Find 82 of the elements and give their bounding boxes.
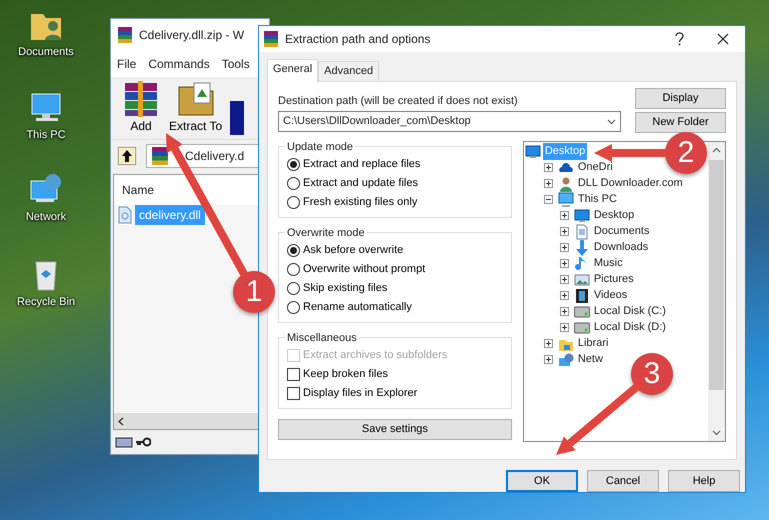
- tree-item[interactable]: Videos: [592, 287, 630, 304]
- film-icon: [574, 288, 590, 304]
- tab[interactable]: Advanced: [318, 61, 380, 80]
- tree-item[interactable]: This PC: [576, 191, 619, 208]
- tree-item[interactable]: Music: [592, 255, 625, 272]
- radio-option[interactable]: Overwrite without prompt: [287, 262, 503, 278]
- expand-box-icon[interactable]: [560, 275, 569, 284]
- desktop-icon-label[interactable]: Network: [26, 209, 66, 226]
- expand-box-icon[interactable]: [560, 211, 569, 220]
- archive-books-icon: [151, 146, 169, 164]
- radio-option[interactable]: Skip existing files: [287, 280, 503, 296]
- menu-item[interactable]: Commands: [148, 55, 210, 73]
- menu-item[interactable]: File: [117, 55, 136, 73]
- vertical-scrollbar[interactable]: [708, 142, 725, 440]
- tree-item[interactable]: OneDri: [576, 159, 615, 176]
- expand-box-icon[interactable]: [560, 227, 569, 236]
- dialog-button[interactable]: Help: [668, 470, 740, 492]
- dialog-button[interactable]: OK: [506, 470, 578, 492]
- radio-option[interactable]: Rename automatically: [287, 300, 503, 316]
- close-icon: [717, 33, 729, 45]
- collapse-box-icon[interactable]: [544, 195, 553, 204]
- expand-box-icon[interactable]: [544, 179, 553, 188]
- file-icon: [118, 206, 132, 224]
- archive-books-icon: [117, 27, 133, 43]
- network-icon: [558, 352, 574, 368]
- menu-item[interactable]: Tools: [222, 55, 250, 73]
- help-icon: [674, 32, 684, 46]
- document-icon: [574, 224, 590, 240]
- desktop-icon-label[interactable]: This PC: [26, 126, 66, 143]
- checkbox-option[interactable]: Keep broken files: [287, 366, 503, 382]
- tree-item[interactable]: Local Disk (C:): [592, 303, 668, 320]
- down-arrow-icon: [574, 240, 590, 256]
- computer-icon: [558, 192, 574, 208]
- field-label: Destination path (will be created if does not exist): [278, 94, 519, 108]
- desktop-icon-label[interactable]: Documents: [18, 44, 74, 60]
- address-text: Cdelivery.d: [185, 148, 244, 164]
- expand-box-icon[interactable]: [560, 243, 569, 252]
- dialog-title: Extraction path and options: [285, 31, 430, 48]
- toolbar-button[interactable]: Extract To: [169, 79, 222, 135]
- path-combobox[interactable]: C:\Users\DllDownloader_com\Desktop: [278, 111, 621, 132]
- tree-item[interactable]: Downloads: [592, 239, 650, 256]
- expand-box-icon[interactable]: [560, 323, 569, 332]
- tree-item[interactable]: Librari: [576, 335, 610, 352]
- expand-box-icon[interactable]: [560, 291, 569, 300]
- expand-box-icon[interactable]: [560, 307, 569, 316]
- dialog-button[interactable]: Cancel: [587, 470, 659, 492]
- toolbar-button[interactable]: Add: [121, 79, 161, 135]
- user-icon: [558, 176, 574, 192]
- monitor-icon: [574, 208, 590, 224]
- tree-item[interactable]: Pictures: [592, 271, 636, 288]
- key-icon[interactable]: [135, 436, 151, 448]
- picture-icon: [574, 272, 590, 288]
- radio-option[interactable]: Ask before overwrite: [287, 242, 503, 258]
- drive-icon[interactable]: [115, 436, 133, 448]
- up-folder-button[interactable]: [116, 144, 138, 166]
- desktop-icon-label[interactable]: Recycle Bin: [16, 294, 76, 310]
- drive-icon: [574, 320, 590, 336]
- drive-icon: [574, 304, 590, 320]
- archive-books-icon: [263, 31, 279, 47]
- tree-item[interactable]: Netw: [576, 351, 605, 368]
- radio-option[interactable]: Fresh existing files only: [287, 194, 503, 210]
- monitor-icon: [524, 144, 541, 160]
- window-title: Cdelivery.dll.zip - W: [139, 27, 244, 44]
- checkbox-option[interactable]: Display files in Explorer: [287, 386, 503, 402]
- expand-box-icon[interactable]: [544, 163, 553, 172]
- expand-box-icon[interactable]: [544, 355, 553, 364]
- dialog-button[interactable]: Display: [635, 88, 726, 108]
- tab[interactable]: General: [267, 59, 318, 82]
- up-arrow-icon: [118, 146, 136, 164]
- dropdown-chevron-icon[interactable]: [607, 118, 616, 124]
- dialog-button[interactable]: New Folder: [635, 112, 726, 132]
- expand-box-icon[interactable]: [544, 339, 553, 348]
- save-settings-button[interactable]: Save settings: [278, 418, 512, 440]
- radio-option[interactable]: Extract and update files: [287, 176, 503, 192]
- expand-box-icon[interactable]: [560, 259, 569, 268]
- tree-item[interactable]: DLL Downloader.com: [576, 175, 685, 192]
- tree-item[interactable]: Documents: [592, 223, 652, 240]
- tree-item[interactable]: Local Disk (D:): [592, 319, 668, 336]
- scroll-left-icon[interactable]: [118, 416, 124, 426]
- tree-item[interactable]: Desktop: [592, 207, 636, 224]
- scroll-thumb[interactable]: [709, 160, 724, 390]
- radio-option[interactable]: Extract and replace files: [287, 156, 503, 172]
